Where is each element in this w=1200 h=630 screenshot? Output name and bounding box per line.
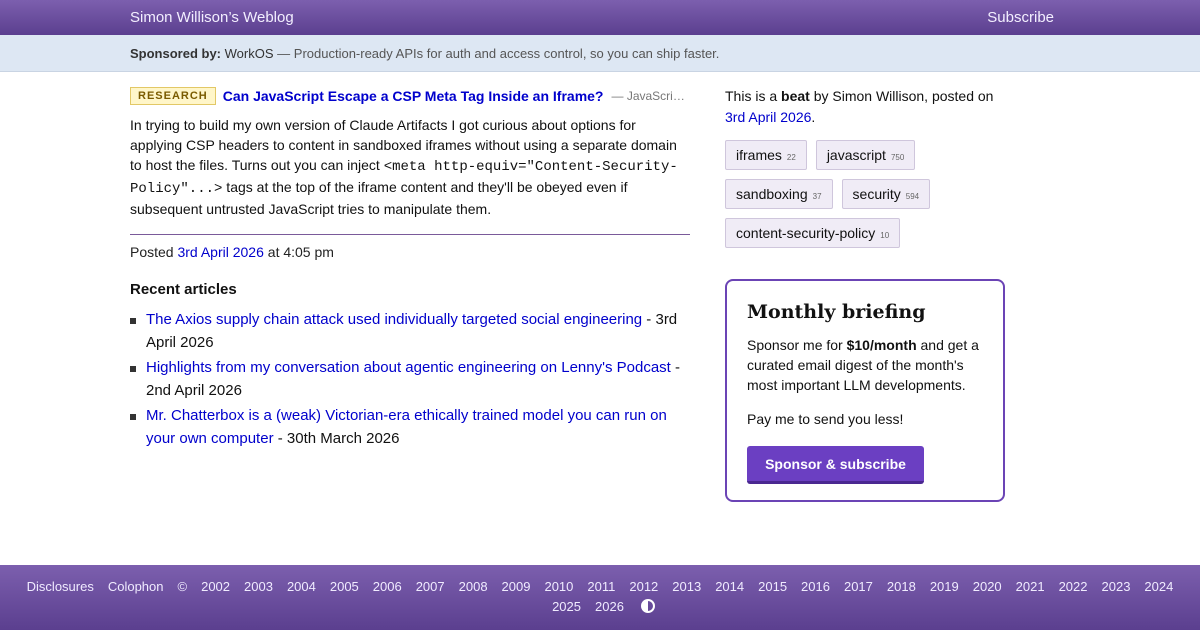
footer-year-2004[interactable]: 2004 xyxy=(287,577,316,597)
footer-year-2014[interactable]: 2014 xyxy=(715,577,744,597)
tag-name: javascript xyxy=(826,147,886,163)
footer-year-2018[interactable]: 2018 xyxy=(887,577,916,597)
main-content: RESEARCH Can JavaScript Escape a CSP Met… xyxy=(130,86,690,452)
recent-article-link-2[interactable]: Highlights from my conversation about ag… xyxy=(146,359,671,376)
recent-articles-heading: Recent articles xyxy=(130,281,237,298)
footer-year-2002[interactable]: 2002 xyxy=(201,577,230,597)
tag-count: 37 xyxy=(812,192,822,201)
recent-articles-list: The Axios supply chain attack used indiv… xyxy=(130,308,690,450)
footer-copyright: © xyxy=(177,579,188,594)
footer-year-2009[interactable]: 2009 xyxy=(502,577,531,597)
tag-content-security-policy[interactable]: content-security-policy 10 xyxy=(725,218,901,248)
tag-sandboxing[interactable]: sandboxing 37 xyxy=(725,179,833,209)
sidebar: This is a beat by Simon Willison, posted… xyxy=(725,86,1005,248)
recent-article-link-1[interactable]: The Axios supply chain attack used indiv… xyxy=(146,311,642,328)
footer-year-2022[interactable]: 2022 xyxy=(1059,577,1088,597)
footer-year-2011[interactable]: 2011 xyxy=(587,577,615,597)
posted-line: Posted 3rd April 2026 at 4:05 pm xyxy=(130,244,690,260)
briefing-title: Monthly briefing xyxy=(747,301,926,323)
footer-year-2026[interactable]: 2026 xyxy=(595,597,624,617)
beat-description: This is a beat by Simon Willison, posted… xyxy=(725,86,1005,128)
briefing-price: $10/month xyxy=(846,337,917,353)
footer-year-2020[interactable]: 2020 xyxy=(973,577,1002,597)
monthly-briefing-box: Monthly briefing Sponsor me for $10/mont… xyxy=(725,279,1005,502)
footer-link-colophon[interactable]: Colophon xyxy=(108,577,164,597)
entry-via: — JavaScri… xyxy=(611,89,685,103)
beat-word: beat xyxy=(781,88,810,104)
entry-title-link[interactable]: Can JavaScript Escape a CSP Meta Tag Ins… xyxy=(223,88,604,104)
footer-year-2008[interactable]: 2008 xyxy=(459,577,488,597)
footer-year-2013[interactable]: 2013 xyxy=(672,577,701,597)
footer-year-2006[interactable]: 2006 xyxy=(373,577,402,597)
footer-year-2007[interactable]: 2007 xyxy=(416,577,445,597)
site-header: Simon Willison’s Weblog Subscribe xyxy=(0,0,1200,35)
site-title-link[interactable]: Simon Willison’s Weblog xyxy=(130,9,294,26)
footer-year-2012[interactable]: 2012 xyxy=(629,577,658,597)
beat-date-link[interactable]: 3rd April 2026 xyxy=(725,109,811,125)
recent-article-link-3[interactable]: Mr. Chatterbox is a (weak) Victorian-era… xyxy=(146,407,667,447)
list-item: Mr. Chatterbox is a (weak) Victorian-era… xyxy=(130,404,690,450)
list-item: The Axios supply chain attack used indiv… xyxy=(130,308,690,354)
footer-year-2024[interactable]: 2024 xyxy=(1144,577,1173,597)
tag-count: 10 xyxy=(880,231,890,240)
tag-count: 22 xyxy=(786,153,796,162)
footer-year-2005[interactable]: 2005 xyxy=(330,577,359,597)
tag-security[interactable]: security 594 xyxy=(841,179,931,209)
footer-year-2003[interactable]: 2003 xyxy=(244,577,273,597)
tag-name: sandboxing xyxy=(736,186,808,202)
posted-prefix: Posted xyxy=(130,244,174,260)
contrast-toggle-icon[interactable] xyxy=(640,599,655,613)
briefing-desc-prefix: Sponsor me for xyxy=(747,337,847,353)
tag-list: iframes 22 javascript 750 sandboxing 37 sec… xyxy=(725,140,1005,248)
footer-year-2016[interactable]: 2016 xyxy=(801,577,830,597)
tag-name: security xyxy=(852,186,901,202)
list-item: Highlights from my conversation about ag… xyxy=(130,356,690,402)
posted-time: at 4:05 pm xyxy=(267,244,334,260)
tag-count: 594 xyxy=(905,192,920,201)
beat-suffix: by Simon Willison, posted on xyxy=(809,88,994,104)
entry-divider xyxy=(130,234,690,235)
footer-year-2019[interactable]: 2019 xyxy=(930,577,959,597)
sponsor-bar: Sponsored by: WorkOS — Production-ready … xyxy=(0,35,1200,72)
sponsor-label: Sponsored by: xyxy=(130,46,222,61)
tag-javascript[interactable]: javascript 750 xyxy=(815,140,916,170)
footer-year-2010[interactable]: 2010 xyxy=(544,577,573,597)
posted-date-link[interactable]: 3rd April 2026 xyxy=(177,244,263,260)
footer-year-2021[interactable]: 2021 xyxy=(1016,577,1045,597)
subscribe-link[interactable]: Subscribe xyxy=(987,9,1054,26)
footer-year-2015[interactable]: 2015 xyxy=(758,577,787,597)
recent-article-date-3: - 30th March 2026 xyxy=(273,430,400,447)
research-badge: RESEARCH xyxy=(130,87,216,105)
tag-iframes[interactable]: iframes 22 xyxy=(725,140,807,170)
site-footer: Disclosures Colophon © 2002 2003 2004 2005 2006… xyxy=(0,565,1200,630)
beat-end: . xyxy=(811,109,816,125)
footer-year-2023[interactable]: 2023 xyxy=(1102,577,1131,597)
footer-link-disclosures[interactable]: Disclosures xyxy=(27,577,94,597)
briefing-description: Sponsor me for $10/month and get a curat… xyxy=(747,335,983,395)
footer-year-2017[interactable]: 2017 xyxy=(844,577,873,597)
sponsor-tagline: — Production-ready APIs for auth and acc… xyxy=(277,46,720,61)
tag-name: iframes xyxy=(736,147,782,163)
footer-year-2025[interactable]: 2025 xyxy=(552,597,581,617)
tag-name: content-security-policy xyxy=(736,225,876,241)
briefing-pay-text: Pay me to send you less! xyxy=(747,411,904,427)
beat-prefix: This is a xyxy=(725,88,782,104)
sponsor-subscribe-button[interactable]: Sponsor & subscribe xyxy=(747,446,924,484)
entry-title-row: RESEARCH Can JavaScript Escape a CSP Met… xyxy=(130,86,690,106)
entry-body: In trying to build my own version of Cla… xyxy=(130,115,690,219)
tag-count: 750 xyxy=(890,153,905,162)
sponsor-link[interactable]: WorkOS xyxy=(225,46,274,61)
